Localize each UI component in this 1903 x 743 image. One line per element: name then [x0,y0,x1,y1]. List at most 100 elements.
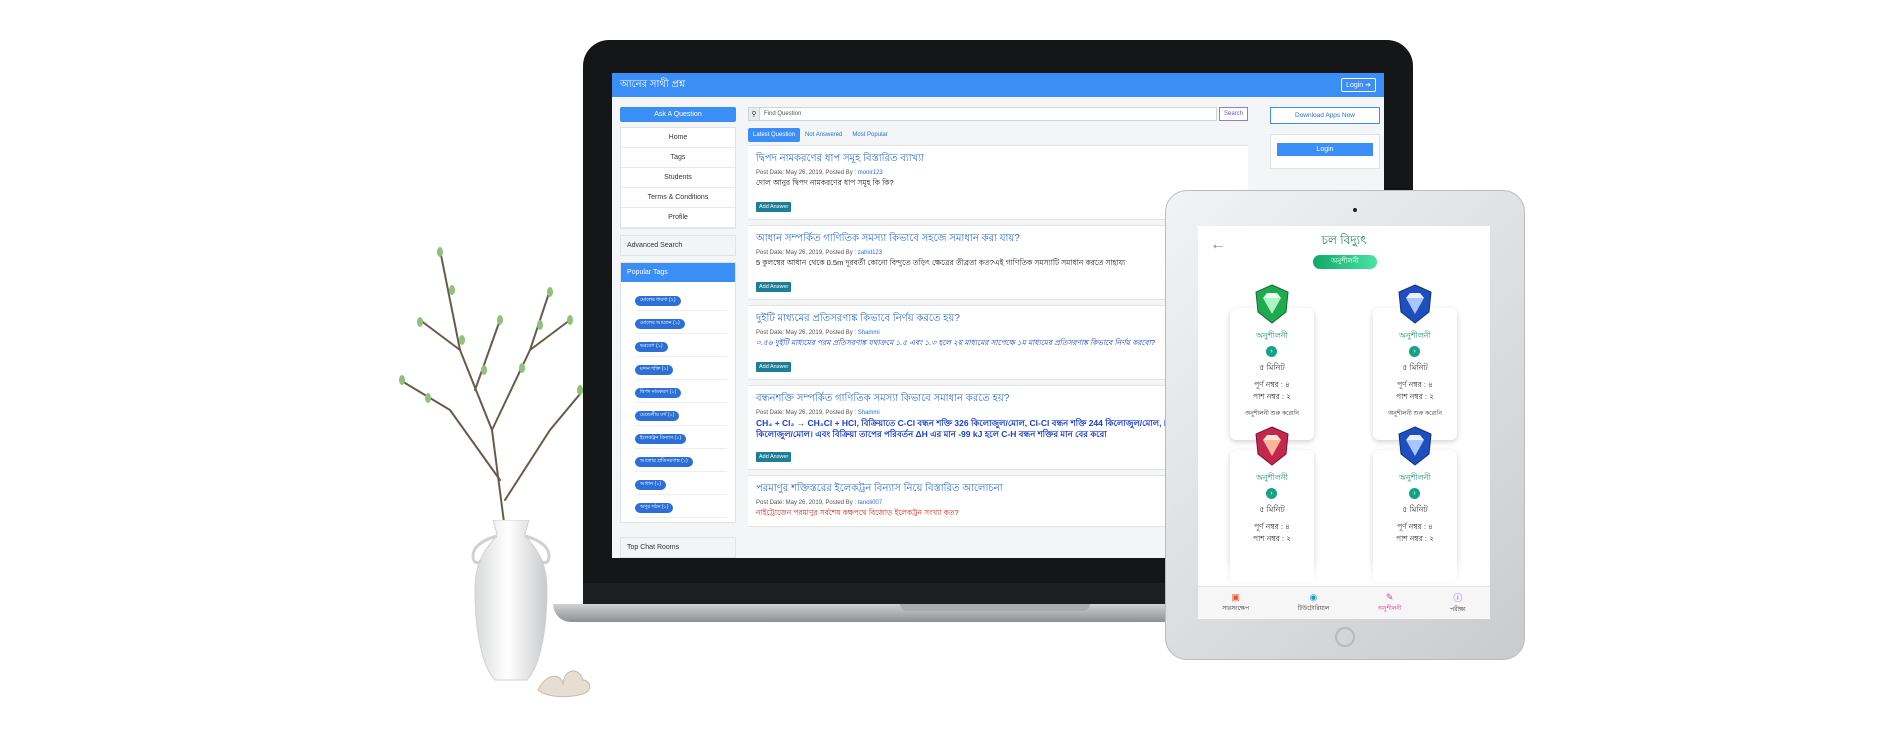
nav-summary-label: সারসংক্ষেপ [1222,606,1250,612]
flower-decoration [537,670,591,698]
sidebar-item-terms[interactable]: Terms & Conditions [621,188,735,208]
tag-chip[interactable]: ইলেকট্রন বিন্যাস (১) [635,434,687,444]
question-author[interactable]: Shammi [858,330,880,336]
tag-chip[interactable]: মোলের ধারণা (২) [635,296,681,306]
nav-tutorial[interactable]: ◉ টিউটোরিয়াল [1298,592,1330,614]
card-minutes: ৫ মিনিট [1402,363,1428,372]
nav-practice[interactable]: ✎ অনুশীলনী [1378,592,1402,614]
sidebar-item-tags[interactable]: Tags [621,148,735,168]
practice-icon: ✎ [1385,592,1394,602]
right-column: Download Apps Now Login [1270,107,1380,169]
card-start-status: অনুশীলনী শুরু করোনি [1388,411,1442,417]
scroll-fade [1198,556,1490,586]
sidebar-item-profile[interactable]: Profile [621,208,735,228]
search-button[interactable]: Search [1218,107,1248,121]
mockup-stage: আনের সাথী প্রশ্ন Login ➔ Ask A Question … [0,0,1903,743]
tag-chip[interactable]: আধান (১) [635,480,667,490]
question-author[interactable]: monir123 [858,170,883,176]
nav-practice-label: অনুশীলনী [1377,606,1402,612]
tag-chip[interactable]: মন্দন শক্তি (১) [635,365,674,375]
tag-chip[interactable]: মোলের আয়তন (১) [635,319,685,329]
ask-question-button[interactable]: Ask A Question [620,107,736,122]
chevron-right-icon[interactable]: › [1409,346,1420,357]
popular-tags-title: Popular Tags [621,263,735,282]
exam-icon: ⓘ [1453,593,1463,603]
login-button[interactable]: Login [1277,143,1373,156]
card-pass-marks: পাশ নম্বর : ২ [1396,534,1434,543]
question-meta-text: Post Date: May 26, 2019, Posted By : [756,330,857,336]
card-full-marks: পূর্ণ নম্বর : ৪ [1397,522,1433,531]
summary-icon: ▣ [1231,592,1240,602]
app-title: আনের সাথী প্রশ্ন [620,78,686,90]
chevron-right-icon[interactable]: › [1409,488,1420,499]
download-apps-button[interactable]: Download Apps Now [1270,107,1380,124]
tag-chip[interactable]: ভরবেগ (১) [635,342,668,352]
chevron-right-icon[interactable]: › [1266,346,1277,357]
sidebar-item-students[interactable]: Students [621,168,735,188]
question-meta-text: Post Date: May 26, 2019, Posted By : [756,410,857,416]
exercise-card[interactable]: অনুশীলনী › ৫ মিনিট পূর্ণ নম্বর : ৪ পাশ ন… [1373,284,1457,440]
card-full-marks: পূর্ণ নম্বর : ৪ [1254,522,1290,531]
tab-latest[interactable]: Latest Question [748,128,801,142]
popular-tags-panel: Popular Tags মোলের ধারণা (২) মোলের আয়তন… [620,262,736,523]
card-minutes: ৫ মিনিট [1402,505,1428,514]
feed-tabs: Latest Question Not Answered Most Popula… [748,128,1248,142]
advanced-search-label[interactable]: Advanced Search [621,236,735,255]
advanced-search-panel[interactable]: Advanced Search [620,235,736,256]
card-level: অনুশীলনী [1399,331,1431,340]
tag-chip[interactable]: অণুর গঠন (১) [635,503,674,513]
card-minutes: ৫ মিনিট [1259,505,1285,514]
sidebar-nav: Home Tags Students Terms & Conditions Pr… [620,127,736,229]
nav-exam[interactable]: ⓘ পরীক্ষা [1450,591,1466,615]
login-card: Login [1270,134,1380,169]
add-answer-button[interactable]: Add Answer [756,452,792,462]
add-answer-button[interactable]: Add Answer [756,202,792,212]
question-author[interactable]: tanoli007 [858,500,882,506]
question-meta-text: Post Date: May 26, 2019, Posted By : [756,250,857,256]
exercise-card[interactable]: অনুশীলনী › ৫ মিনিট পূর্ণ নম্বর : ৪ পাশ ন… [1230,284,1314,440]
tag-chip[interactable]: মেন্ডেলীয় বর্গ (১) [635,411,680,421]
card-level: অনুশীলনী [1256,331,1288,340]
question-author[interactable]: Shammi [858,410,880,416]
nav-summary[interactable]: ▣ সারসংক্ষেপ [1222,592,1249,614]
tag-chip[interactable]: দ্বিপদ নামকরণ (১) [635,388,682,398]
question-title[interactable]: দ্বিপদ নামকরণের ধাপ সমূহ বিস্তারিত ব্যাখ… [756,151,1240,168]
card-minutes: ৫ মিনিট [1259,363,1285,372]
question-meta: Post Date: May 26, 2019, Posted By : mon… [756,170,1240,176]
search-bar: ⚲ Find Question Search [748,107,1248,121]
card-pass-marks: পাশ নম্বর : ২ [1253,534,1291,543]
card-pass-marks: পাশ নম্বর : ২ [1396,392,1434,401]
card-full-marks: পূর্ণ নম্বর : ৪ [1397,380,1433,389]
tablet-home-button[interactable] [1335,627,1355,647]
question-body: দোল আনুর দ্বিপদ নামকরণের ধাপ সমূহ কি কি? [756,178,894,187]
green-gem-badge-icon [1255,284,1289,324]
add-answer-button[interactable]: Add Answer [756,282,792,292]
tab-not-answered[interactable]: Not Answered [800,128,847,142]
chevron-right-icon[interactable]: › [1266,488,1277,499]
red-gem-badge-icon [1255,426,1289,466]
search-input[interactable]: Find Question [760,107,1217,121]
sidebar-item-home[interactable]: Home [621,128,735,148]
laptop-notch [900,604,1090,611]
nav-exam-label: পরীক্ষা [1450,607,1466,613]
tab-most-popular[interactable]: Most Popular [847,128,892,142]
card-level: অনুশীলনী [1256,473,1288,482]
nav-tutorial-label: টিউটোরিয়াল [1297,606,1330,612]
tutorial-icon: ◉ [1309,592,1318,602]
top-chat-rooms-label[interactable]: Top Chat Rooms [621,538,735,557]
tablet-camera [1353,208,1357,212]
tag-chip[interactable]: আলোর প্রতিসরণাঙ্ক (১) [635,457,693,467]
question-meta-text: Post Date: May 26, 2019, Posted By : [756,500,857,506]
blue-gem-badge-icon [1398,284,1432,324]
app-topbar: আনের সাথী প্রশ্ন Login ➔ [612,73,1384,97]
search-icon: ⚲ [748,107,760,121]
question-meta-text: Post Date: May 26, 2019, Posted By : [756,170,857,176]
top-login-button[interactable]: Login ➔ [1341,78,1376,92]
card-full-marks: পূর্ণ নম্বর : ৪ [1254,380,1290,389]
question-author[interactable]: zahid123 [858,250,882,256]
bottom-nav: ▣ সারসংক্ষেপ ◉ টিউটোরিয়াল ✎ অনুশীলনী ⓘ পরীক… [1198,586,1490,619]
top-chat-rooms-panel[interactable]: Top Chat Rooms [620,537,736,558]
practice-pill: অনুশীলনী [1313,255,1377,269]
card-level: অনুশীলনী [1399,473,1431,482]
add-answer-button[interactable]: Add Answer [756,362,792,372]
